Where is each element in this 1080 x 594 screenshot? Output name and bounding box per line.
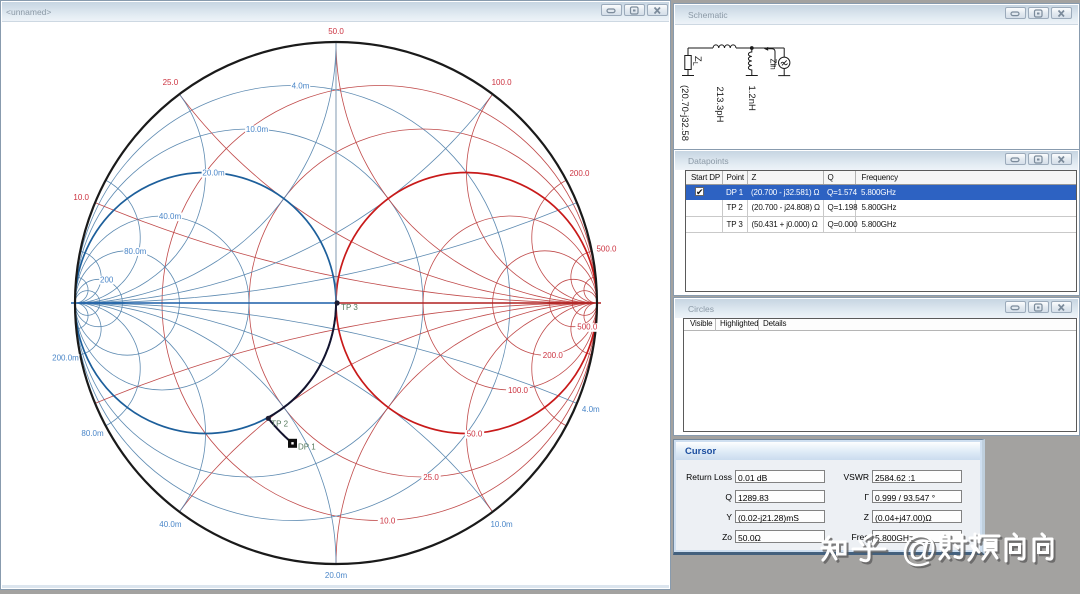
svg-text:@: @ — [901, 528, 938, 569]
